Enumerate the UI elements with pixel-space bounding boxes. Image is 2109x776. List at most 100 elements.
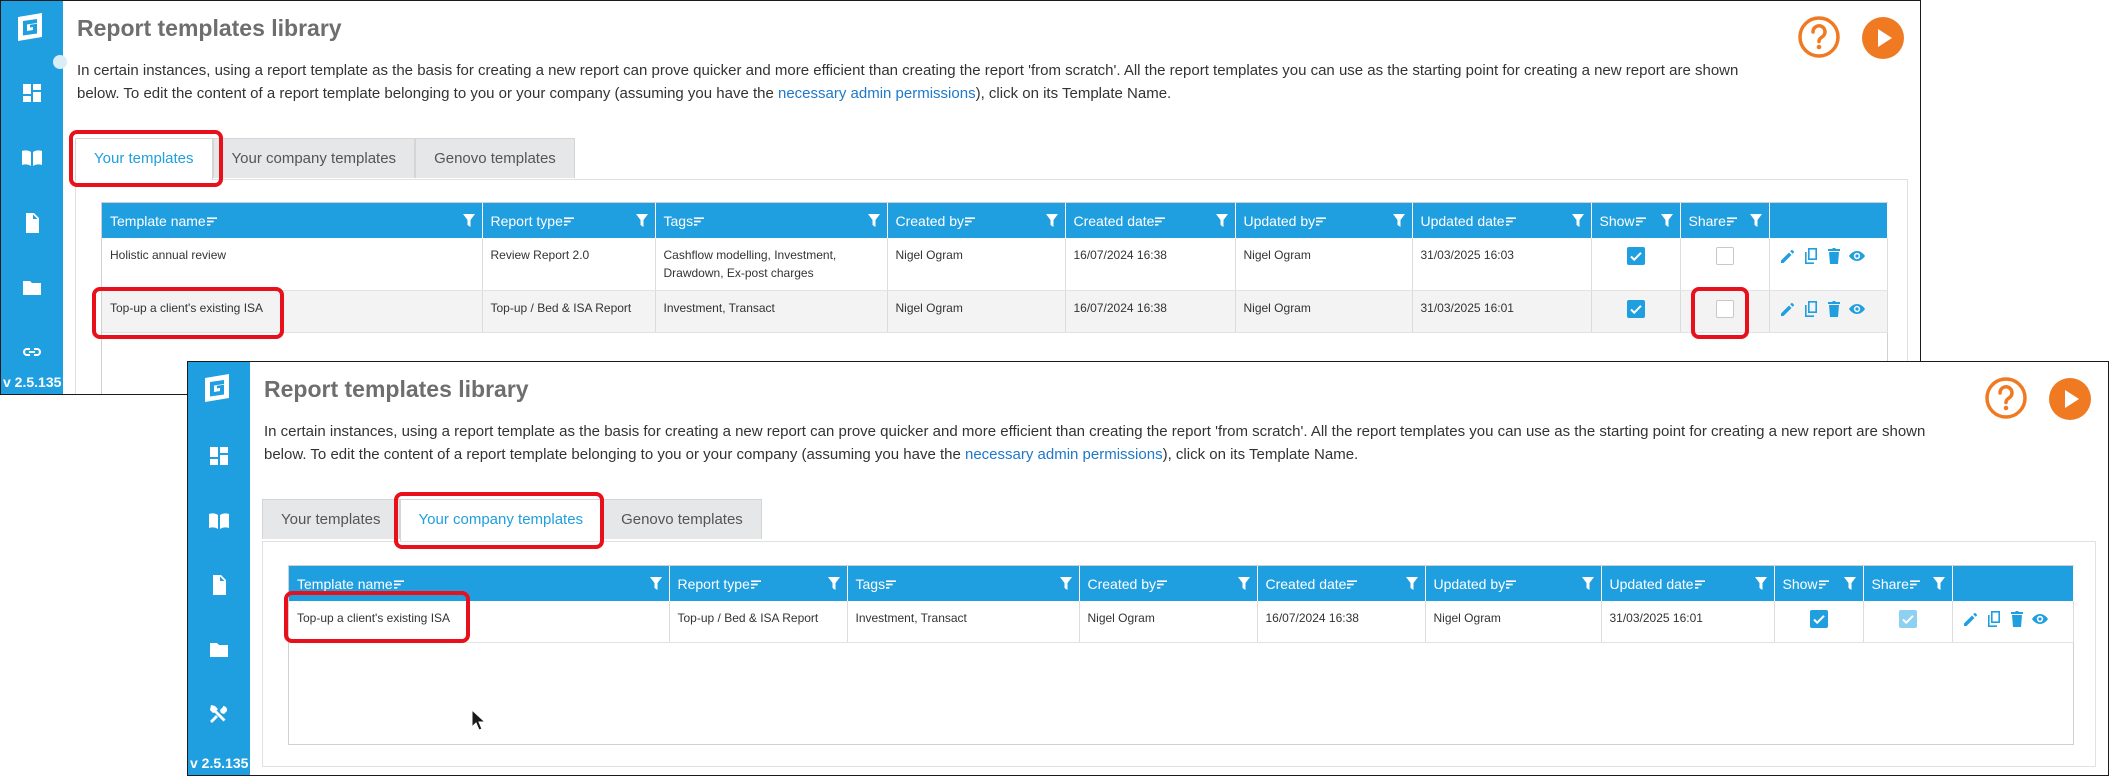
tab-your-templates[interactable]: Your templates bbox=[262, 499, 400, 539]
book-icon[interactable] bbox=[20, 146, 44, 170]
filter-icon[interactable] bbox=[1932, 577, 1945, 590]
sort-icon[interactable] bbox=[886, 580, 897, 589]
column-header-created-by[interactable]: Created by bbox=[1079, 566, 1258, 601]
column-header-tags[interactable]: Tags bbox=[847, 566, 1080, 601]
column-header-updated-by[interactable]: Updated by bbox=[1425, 566, 1602, 601]
column-header-report-type[interactable]: Report type bbox=[482, 203, 656, 238]
column-header-updated-by[interactable]: Updated by bbox=[1235, 203, 1413, 238]
filter-icon[interactable] bbox=[1754, 577, 1767, 590]
link-icon[interactable] bbox=[20, 339, 44, 363]
column-header-share[interactable]: Share bbox=[1680, 203, 1770, 238]
copy-icon[interactable] bbox=[1984, 609, 2004, 629]
filter-icon[interactable] bbox=[1405, 577, 1418, 590]
show-checkbox[interactable] bbox=[1626, 299, 1645, 318]
sort-icon[interactable] bbox=[1316, 217, 1327, 226]
cell-name[interactable]: Top-up a client's existing ISA bbox=[289, 601, 670, 643]
column-header-updated-date[interactable]: Updated date bbox=[1412, 203, 1592, 238]
cell-name[interactable]: Holistic annual review bbox=[102, 238, 483, 291]
column-header-show[interactable]: Show bbox=[1591, 203, 1681, 238]
sort-icon[interactable] bbox=[750, 580, 761, 589]
column-header-share[interactable]: Share bbox=[1863, 566, 1953, 601]
sort-icon[interactable] bbox=[694, 217, 705, 226]
help-icon[interactable] bbox=[1984, 376, 2028, 420]
view-icon[interactable] bbox=[1847, 246, 1867, 266]
play-icon[interactable] bbox=[2048, 377, 2092, 421]
delete-icon[interactable] bbox=[1824, 246, 1844, 266]
tab-your-templates[interactable]: Your templates bbox=[75, 138, 213, 180]
column-header-created-by[interactable]: Created by bbox=[887, 203, 1066, 238]
filter-icon[interactable] bbox=[1571, 214, 1584, 227]
folder-icon[interactable] bbox=[207, 638, 231, 662]
column-header-template-name[interactable]: Template name bbox=[289, 566, 670, 601]
share-checkbox[interactable] bbox=[1715, 246, 1734, 265]
folder-icon[interactable] bbox=[20, 276, 44, 300]
book-icon[interactable] bbox=[207, 509, 231, 533]
column-header-created-date[interactable]: Created date bbox=[1257, 566, 1426, 601]
edit-icon[interactable] bbox=[1778, 299, 1798, 319]
copy-icon[interactable] bbox=[1801, 246, 1821, 266]
filter-icon[interactable] bbox=[635, 214, 648, 227]
filter-icon[interactable] bbox=[867, 214, 880, 227]
sort-icon[interactable] bbox=[1635, 217, 1646, 226]
sort-icon[interactable] bbox=[1155, 217, 1166, 226]
copy-icon[interactable] bbox=[1801, 299, 1821, 319]
admin-permissions-link[interactable]: necessary admin permissions bbox=[778, 85, 976, 102]
filter-icon[interactable] bbox=[827, 577, 840, 590]
document-icon[interactable] bbox=[207, 573, 231, 597]
sort-icon[interactable] bbox=[1347, 580, 1358, 589]
column-header-updated-date[interactable]: Updated date bbox=[1601, 566, 1775, 601]
edit-icon[interactable] bbox=[1778, 246, 1798, 266]
sort-icon[interactable] bbox=[206, 217, 217, 226]
filter-icon[interactable] bbox=[1237, 577, 1250, 590]
column-header-created-date[interactable]: Created date bbox=[1065, 203, 1236, 238]
sort-icon[interactable] bbox=[964, 217, 975, 226]
play-icon[interactable] bbox=[1861, 16, 1905, 60]
filter-icon[interactable] bbox=[1059, 577, 1072, 590]
filter-icon[interactable] bbox=[649, 577, 662, 590]
sort-icon[interactable] bbox=[393, 580, 404, 589]
tab-genovo-templates[interactable]: Genovo templates bbox=[415, 138, 575, 178]
tab-your-company-templates[interactable]: Your company templates bbox=[212, 138, 416, 178]
filter-icon[interactable] bbox=[462, 214, 475, 227]
column-header-label: Share bbox=[1688, 212, 1726, 229]
document-icon[interactable] bbox=[20, 211, 44, 235]
tab-genovo-templates[interactable]: Genovo templates bbox=[602, 499, 762, 539]
share-checkbox[interactable] bbox=[1715, 299, 1734, 318]
tab-your-company-templates[interactable]: Your company templates bbox=[399, 499, 603, 541]
filter-icon[interactable] bbox=[1392, 214, 1405, 227]
genovo-logo[interactable] bbox=[201, 372, 233, 404]
dashboard-icon[interactable] bbox=[207, 444, 231, 468]
filter-icon[interactable] bbox=[1215, 214, 1228, 227]
filter-icon[interactable] bbox=[1660, 214, 1673, 227]
filter-icon[interactable] bbox=[1749, 214, 1762, 227]
help-icon[interactable] bbox=[1797, 15, 1841, 59]
sort-icon[interactable] bbox=[1505, 217, 1516, 226]
dashboard-icon[interactable] bbox=[20, 81, 44, 105]
delete-icon[interactable] bbox=[1824, 299, 1844, 319]
admin-permissions-link[interactable]: necessary admin permissions bbox=[965, 446, 1163, 463]
genovo-logo[interactable] bbox=[14, 11, 46, 43]
column-header-report-type[interactable]: Report type bbox=[669, 566, 848, 601]
show-checkbox[interactable] bbox=[1809, 609, 1828, 628]
filter-icon[interactable] bbox=[1581, 577, 1594, 590]
cell-name[interactable]: Top-up a client's existing ISA bbox=[102, 290, 483, 333]
column-header-template-name[interactable]: Template name bbox=[102, 203, 483, 238]
view-icon[interactable] bbox=[1847, 299, 1867, 319]
view-icon[interactable] bbox=[2030, 609, 2050, 629]
tools-icon[interactable] bbox=[207, 702, 231, 726]
edit-icon[interactable] bbox=[1961, 609, 1981, 629]
column-header-show[interactable]: Show bbox=[1774, 566, 1864, 601]
sort-icon[interactable] bbox=[1156, 580, 1167, 589]
sort-icon[interactable] bbox=[1818, 580, 1829, 589]
sort-icon[interactable] bbox=[1506, 580, 1517, 589]
sort-icon[interactable] bbox=[1726, 217, 1737, 226]
delete-icon[interactable] bbox=[2007, 609, 2027, 629]
share-checkbox[interactable] bbox=[1898, 609, 1917, 628]
sort-icon[interactable] bbox=[563, 217, 574, 226]
sort-icon[interactable] bbox=[1909, 580, 1920, 589]
sort-icon[interactable] bbox=[1694, 580, 1705, 589]
column-header-tags[interactable]: Tags bbox=[655, 203, 888, 238]
filter-icon[interactable] bbox=[1045, 214, 1058, 227]
show-checkbox[interactable] bbox=[1626, 246, 1645, 265]
filter-icon[interactable] bbox=[1843, 577, 1856, 590]
